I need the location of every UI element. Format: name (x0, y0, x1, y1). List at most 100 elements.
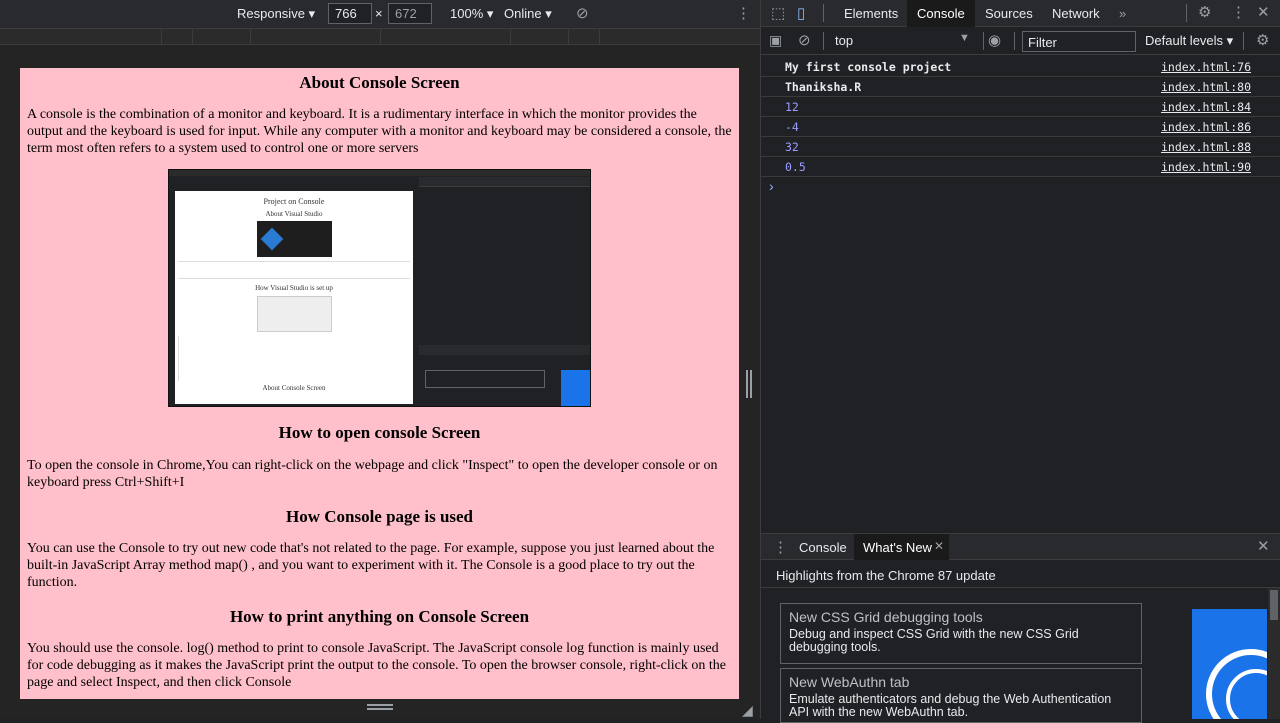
card-description: Emulate authenticators and debug the Web… (789, 692, 1112, 719)
message-number: -4 (785, 120, 799, 134)
zoom-select[interactable]: 100% ▾ (450, 6, 493, 22)
shot-drawer-bar (419, 345, 590, 355)
vscode-image (257, 221, 332, 257)
shot-setup-heading: How Visual Studio is set up (255, 284, 333, 292)
scrollbar-thumb[interactable] (1270, 590, 1278, 620)
drawer-menu-icon[interactable]: ⋮ (773, 538, 788, 556)
ruler-segment (192, 29, 193, 45)
resize-handle-bottom[interactable] (367, 704, 393, 710)
ruler-segment (599, 29, 600, 45)
tab-console[interactable]: Console (907, 0, 975, 27)
ruler-segment (380, 29, 381, 45)
console-message: 32 index.html:88 (761, 137, 1280, 157)
shot-subtitle: About Visual Studio (265, 210, 323, 218)
log-levels-select[interactable]: Default levels ▾ (1145, 33, 1233, 49)
console-message: 0.5 index.html:90 (761, 157, 1280, 177)
log-levels-label: Default levels (1145, 33, 1224, 48)
tabbar-divider (823, 4, 824, 22)
message-source-link[interactable]: index.html:84 (1161, 100, 1251, 114)
paragraph-about-console: A console is the combination of a monito… (27, 107, 732, 156)
message-source-link[interactable]: index.html:90 (1161, 160, 1251, 174)
drawer-scrollbar[interactable] (1268, 588, 1280, 719)
console-prompt[interactable]: › (769, 178, 774, 194)
paragraph-open-console: To open the console in Chrome,You can ri… (27, 458, 718, 490)
shot-steps-list (178, 336, 268, 381)
console-message: My first console project index.html:76 (761, 57, 1280, 77)
message-source-link[interactable]: index.html:86 (1161, 120, 1251, 134)
shot-console-heading: About Console Screen (262, 384, 326, 392)
heading-open-console: How to open console Screen (278, 423, 481, 442)
media-query-ruler[interactable] (0, 28, 760, 45)
toolbar-divider (823, 32, 824, 50)
show-sidebar-icon[interactable]: ▣ (769, 32, 782, 49)
resize-corner-icon[interactable]: ◢ (742, 702, 753, 719)
shot-devtools-tabs (419, 177, 590, 187)
shot-title: Project on Console (263, 197, 325, 206)
context-dropdown-icon[interactable]: ▼ (959, 32, 970, 44)
live-expression-eye-icon[interactable]: ◉ (988, 31, 1001, 49)
devtools-tabbar: ⬚ ▯ Elements Console Sources Network » ⚙… (761, 0, 1280, 27)
emulated-page: About Console Screen A console is the co… (20, 68, 739, 699)
message-source-link[interactable]: index.html:88 (1161, 140, 1251, 154)
setup-image (257, 296, 332, 332)
width-input[interactable]: 766 (328, 3, 372, 24)
devtools-panel: ⬚ ▯ Elements Console Sources Network » ⚙… (760, 0, 1280, 723)
toolbar-divider (1014, 32, 1015, 50)
paragraph-console-used: You can use the Console to try out new c… (27, 541, 715, 590)
message-number: 0.5 (785, 160, 806, 174)
rotate-icon[interactable]: ⊘ (576, 4, 589, 22)
close-tab-icon[interactable]: ✕ (934, 539, 944, 553)
device-mode-label: Responsive (237, 6, 305, 21)
tab-elements[interactable]: Elements (834, 0, 908, 27)
drawer-tabbar: ⋮ Console What's New ✕ ✕ (761, 533, 1280, 560)
settings-gear-icon[interactable]: ⚙ (1198, 3, 1211, 21)
message-text: Thaniksha.R (785, 80, 862, 94)
tabbar-divider (1186, 4, 1187, 22)
message-text: My first console project (785, 60, 952, 74)
console-message: -4 index.html:86 (761, 117, 1280, 137)
close-drawer-icon[interactable]: ✕ (1257, 537, 1270, 555)
heading-about-console: About Console Screen (299, 73, 460, 92)
filter-input[interactable]: Filter (1022, 31, 1136, 52)
customize-menu-icon[interactable]: ⋮ (1231, 3, 1246, 21)
console-message: Thaniksha.R index.html:80 (761, 77, 1280, 97)
inspect-element-icon[interactable]: ⬚ (771, 4, 785, 22)
device-toggle-icon[interactable]: ▯ (797, 4, 805, 22)
tab-sources[interactable]: Sources (975, 0, 1043, 27)
close-devtools-icon[interactable]: ✕ (1257, 3, 1270, 21)
toolbar-divider (1243, 32, 1244, 50)
heading-print-console: How to print anything on Console Screen (229, 607, 530, 626)
more-tabs-icon[interactable]: » (1109, 0, 1136, 27)
device-mode-select[interactable]: Responsive ▾ (237, 6, 315, 22)
viewport-area: Responsive ▾ 766 × 672 100% ▾ Online ▾ ⊘… (0, 0, 760, 719)
more-options-icon[interactable]: ⋮ (736, 4, 751, 22)
message-number: 32 (785, 140, 799, 154)
message-number: 12 (785, 100, 799, 114)
shot-promo-image (561, 370, 590, 406)
tab-network[interactable]: Network (1042, 0, 1110, 27)
shot-card (425, 370, 545, 388)
card-title: New WebAuthn tab (789, 674, 910, 690)
drawer-divider (761, 587, 1280, 588)
height-input[interactable]: 672 (388, 3, 432, 24)
console-message: 12 index.html:84 (761, 97, 1280, 117)
message-source-link[interactable]: index.html:80 (1161, 80, 1251, 94)
message-source-link[interactable]: index.html:76 (1161, 60, 1251, 74)
ruler-segment (568, 29, 569, 45)
throttle-select[interactable]: Online ▾ (504, 6, 552, 22)
whats-new-card[interactable]: New CSS Grid debugging tools Debug and i… (780, 603, 1142, 664)
console-settings-gear-icon[interactable]: ⚙ (1256, 31, 1269, 49)
context-select[interactable]: top (835, 33, 853, 48)
whats-new-card[interactable]: New WebAuthn tab Emulate authenticators … (780, 668, 1142, 723)
whats-new-promo-image (1192, 609, 1267, 719)
heading-console-used: How Console page is used (285, 507, 474, 526)
clear-console-icon[interactable]: ⊘ (798, 31, 811, 49)
resize-handle-right[interactable] (746, 370, 752, 398)
shot-text-block (178, 261, 410, 279)
drawer-tab-whats-new-label: What's New (863, 540, 932, 555)
drawer-tab-whats-new[interactable]: What's New ✕ (854, 534, 949, 560)
ruler-segment (510, 29, 511, 45)
console-toolbar: ▣ ⊘ top ▼ ◉ Filter Default levels ▾ ⚙ (761, 28, 1280, 55)
vscode-logo-icon (260, 227, 284, 251)
drawer-tab-console[interactable]: Console (799, 540, 847, 555)
